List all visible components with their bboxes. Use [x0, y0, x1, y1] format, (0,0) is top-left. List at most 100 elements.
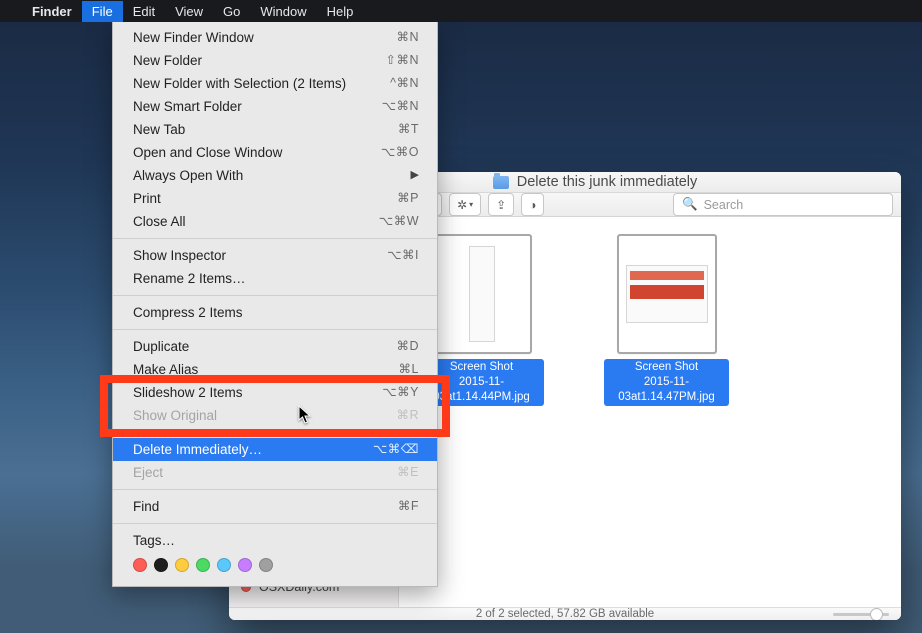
- menu-help[interactable]: Help: [317, 1, 364, 22]
- menu-shortcut: ⌘P: [397, 189, 419, 208]
- menu-item[interactable]: Make Alias ⌘L: [113, 358, 437, 381]
- menu-window[interactable]: Window: [250, 1, 316, 22]
- tag-color-dot[interactable]: [175, 558, 189, 572]
- menu-item[interactable]: Delete Immediately… ⌥⌘⌫: [113, 438, 437, 461]
- tags-button[interactable]: ◑: [521, 193, 544, 216]
- menu-shortcut: ⌥⌘⌫: [373, 440, 419, 459]
- menu-shortcut: ⌥⌘I: [387, 246, 419, 265]
- menu-item-label: New Finder Window: [133, 28, 254, 47]
- menu-shortcut: ⌘F: [398, 497, 419, 516]
- menu-view[interactable]: View: [165, 1, 213, 22]
- menu-item[interactable]: New Tab ⌘T: [113, 118, 437, 141]
- menu-shortcut: ⌥⌘N: [382, 97, 419, 116]
- menu-item[interactable]: Close All ⌥⌘W: [113, 210, 437, 233]
- submenu-arrow-icon: ▶: [411, 166, 419, 185]
- menu-item[interactable]: New Folder ⇧⌘N: [113, 49, 437, 72]
- menu-shortcut: ⌘D: [396, 337, 419, 356]
- menu-item-label: New Tab: [133, 120, 185, 139]
- menu-item[interactable]: Duplicate ⌘D: [113, 335, 437, 358]
- menu-edit[interactable]: Edit: [123, 1, 165, 22]
- menu-item-label: Always Open With: [133, 166, 243, 185]
- menu-shortcut: ⌥⌘O: [381, 143, 419, 162]
- menu-item[interactable]: Open and Close Window ⌥⌘O: [113, 141, 437, 164]
- tag-color-dot[interactable]: [238, 558, 252, 572]
- menu-item[interactable]: Find ⌘F: [113, 495, 437, 518]
- tag-color-dot[interactable]: [217, 558, 231, 572]
- share-icon: ⇪: [496, 198, 506, 212]
- tag-color-dot[interactable]: [133, 558, 147, 572]
- gear-icon: ✲: [457, 198, 467, 212]
- window-title-text: Delete this junk immediately: [517, 174, 698, 190]
- menu-item-label: Close All: [133, 212, 186, 231]
- menu-item: Eject ⌘E: [113, 461, 437, 484]
- menu-item-label: Compress 2 Items: [133, 303, 243, 322]
- menu-shortcut: ⌘E: [397, 463, 419, 482]
- menu-shortcut: ⌘N: [396, 28, 419, 47]
- search-icon: 🔍: [682, 197, 698, 212]
- menu-shortcut: ^⌘N: [390, 74, 419, 93]
- menu-item[interactable]: New Folder with Selection (2 Items) ^⌘N: [113, 72, 437, 95]
- tag-color-dot[interactable]: [196, 558, 210, 572]
- menu-item-label: Slideshow 2 Items: [133, 383, 243, 402]
- file-menu-dropdown: New Finder Window⌘NNew Folder⇧⌘NNew Fold…: [112, 22, 438, 587]
- status-text: 2 of 2 selected, 57.82 GB available: [476, 608, 654, 620]
- menu-item-label: Duplicate: [133, 337, 189, 356]
- menu-item-label: Find: [133, 497, 159, 516]
- action-button[interactable]: ✲ ▾: [449, 193, 481, 216]
- menu-separator: [113, 238, 437, 239]
- search-field[interactable]: 🔍 Search: [673, 193, 893, 216]
- menu-item[interactable]: Always Open With ▶: [113, 164, 437, 187]
- chevron-down-icon: ▾: [469, 200, 473, 209]
- menu-item[interactable]: Tags…: [113, 529, 437, 552]
- menu-shortcut: ⌥⌘W: [379, 212, 419, 231]
- cursor-icon: [298, 405, 314, 430]
- menu-item: Show Original ⌘R: [113, 404, 437, 427]
- menu-item[interactable]: New Finder Window ⌘N: [113, 26, 437, 49]
- menu-shortcut: ⇧⌘N: [385, 51, 419, 70]
- menu-separator: [113, 329, 437, 330]
- menu-item-label: New Folder: [133, 51, 202, 70]
- menu-item[interactable]: Show Inspector ⌥⌘I: [113, 244, 437, 267]
- file-thumbnail[interactable]: [433, 235, 531, 353]
- menu-item-label: New Smart Folder: [133, 97, 242, 116]
- menu-item-label: Show Original: [133, 406, 217, 425]
- tags-row: [113, 552, 437, 574]
- search-placeholder: Search: [704, 198, 744, 212]
- zoom-slider[interactable]: [833, 613, 889, 616]
- menu-item-label: Delete Immediately…: [133, 440, 262, 459]
- file-content[interactable]: Screen Shot2015-11-03at1.14.44PM.jpg Scr…: [399, 217, 901, 607]
- menu-separator: [113, 523, 437, 524]
- menu-shortcut: ⌘R: [396, 406, 419, 425]
- menu-item[interactable]: Compress 2 Items: [113, 301, 437, 324]
- app-menu[interactable]: Finder: [22, 1, 82, 22]
- file-thumbnail[interactable]: [618, 235, 716, 353]
- menu-item-label: New Folder with Selection (2 Items): [133, 74, 346, 93]
- menu-file[interactable]: File: [82, 1, 123, 22]
- menu-item-label: Show Inspector: [133, 246, 226, 265]
- menu-shortcut: ⌘L: [399, 360, 419, 379]
- folder-icon: [493, 176, 509, 189]
- menu-item-label: Tags…: [133, 531, 175, 550]
- menu-shortcut: ⌘T: [398, 120, 419, 139]
- menu-item-label: Open and Close Window: [133, 143, 282, 162]
- share-button[interactable]: ⇪: [488, 193, 514, 216]
- menu-separator: [113, 489, 437, 490]
- file-name[interactable]: Screen Shot2015-11-03at1.14.47PM.jpg: [604, 359, 729, 406]
- menu-item[interactable]: Slideshow 2 Items ⌥⌘Y: [113, 381, 437, 404]
- menu-go[interactable]: Go: [213, 1, 250, 22]
- menu-item-label: Rename 2 Items…: [133, 269, 246, 288]
- menu-item-label: Make Alias: [133, 360, 198, 379]
- menu-item[interactable]: Rename 2 Items…: [113, 267, 437, 290]
- menu-item-label: Print: [133, 189, 161, 208]
- menu-separator: [113, 295, 437, 296]
- menu-item-label: Eject: [133, 463, 163, 482]
- menubar: Finder File Edit View Go Window Help: [0, 0, 922, 22]
- menu-shortcut: ⌥⌘Y: [382, 383, 419, 402]
- tag-color-dot[interactable]: [259, 558, 273, 572]
- file-item[interactable]: Screen Shot2015-11-03at1.14.47PM.jpg: [604, 235, 729, 406]
- menu-item[interactable]: New Smart Folder ⌥⌘N: [113, 95, 437, 118]
- tag-icon: ◑: [529, 198, 536, 212]
- menu-item[interactable]: Print ⌘P: [113, 187, 437, 210]
- tag-color-dot[interactable]: [154, 558, 168, 572]
- menu-separator: [113, 432, 437, 433]
